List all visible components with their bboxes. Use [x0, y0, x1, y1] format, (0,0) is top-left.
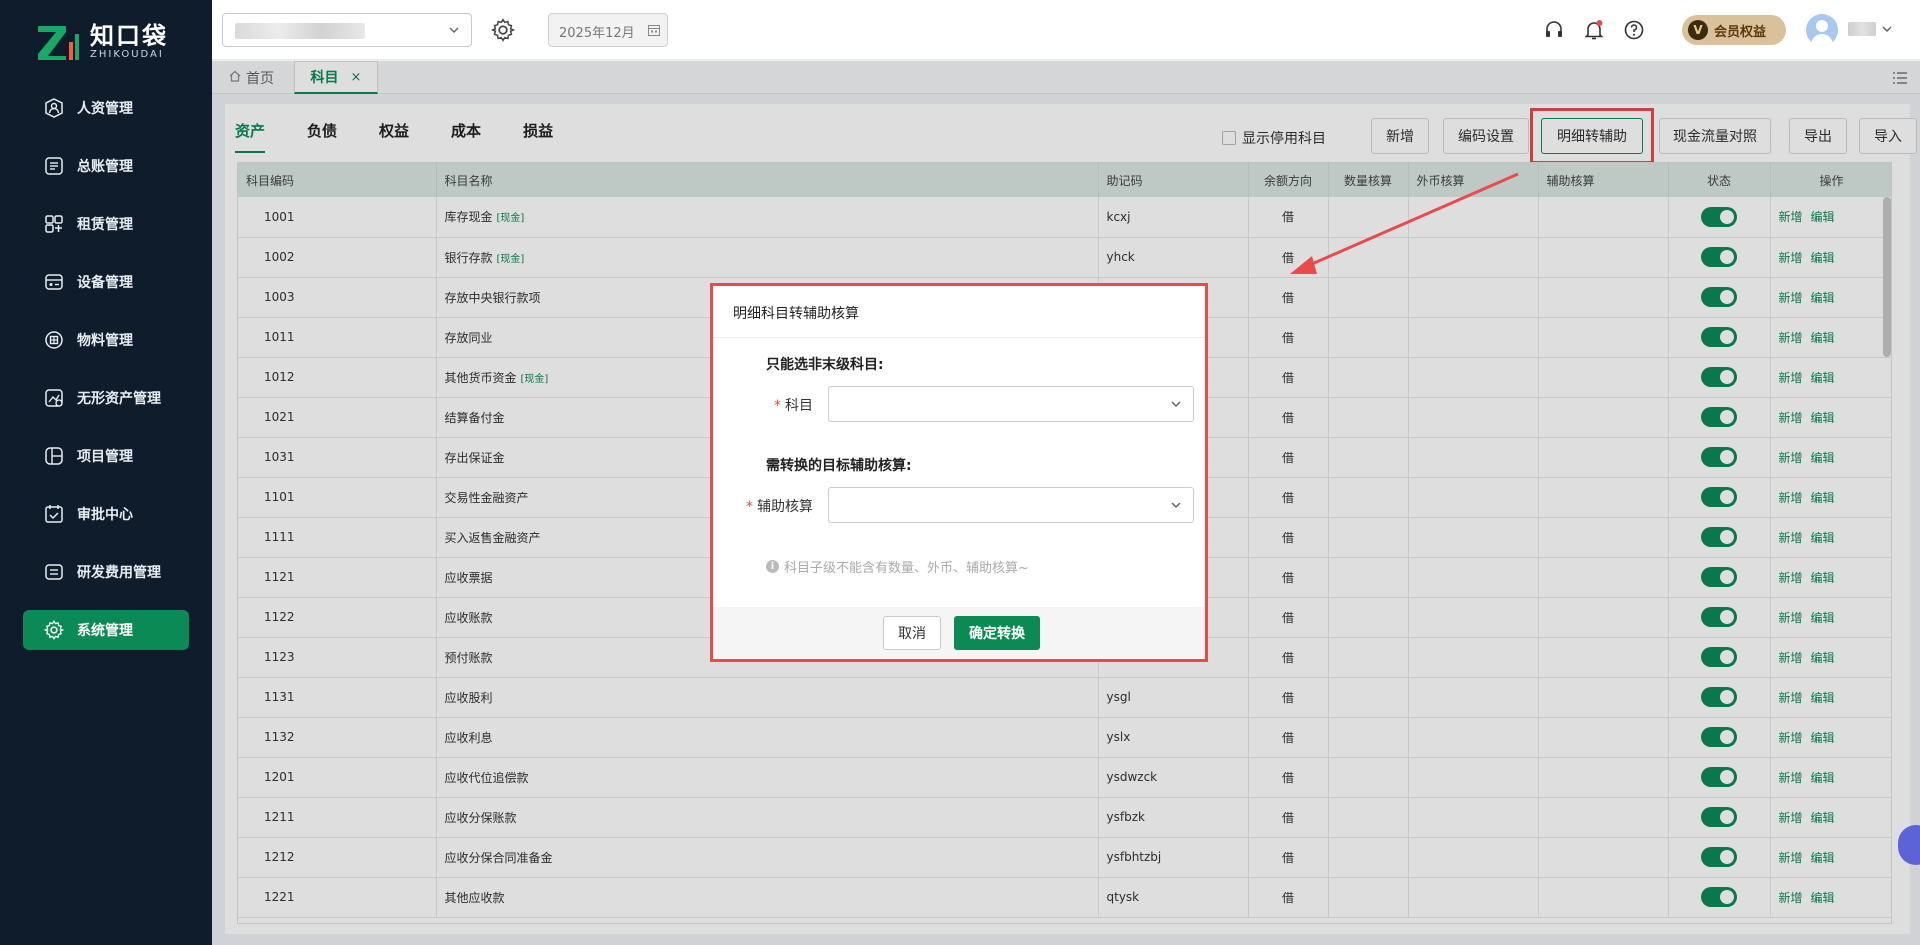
dialog-hint: i 科目子级不能含有数量、外币、辅助核算~: [766, 557, 1029, 576]
sidebar-item-5[interactable]: 无形资产管理: [23, 378, 189, 418]
chevron-down-icon: [1169, 397, 1183, 415]
approval-icon: [43, 503, 65, 525]
ledger-icon: [43, 155, 65, 177]
sidebar-item-4[interactable]: 物料管理: [23, 320, 189, 360]
hint-text: 科目子级不能含有数量、外币、辅助核算~: [784, 561, 1029, 576]
sidebar-item-3[interactable]: 设备管理: [23, 262, 189, 302]
sidebar-item-label: 租赁管理: [77, 217, 133, 233]
logo-icon: [36, 22, 82, 62]
device-icon: [43, 271, 65, 293]
user-avatar[interactable]: [1806, 14, 1838, 46]
settings-gear-icon[interactable]: [490, 17, 516, 43]
subject-select[interactable]: [828, 386, 1194, 422]
sidebar-item-0[interactable]: 人资管理: [23, 88, 189, 128]
vip-label: 会员权益: [1714, 24, 1767, 40]
sidebar-item-label: 系统管理: [77, 623, 133, 639]
sidebar-item-1[interactable]: 总账管理: [23, 146, 189, 186]
sidebar-item-6[interactable]: 项目管理: [23, 436, 189, 476]
sidebar-item-label: 无形资产管理: [77, 391, 161, 407]
calendar-icon: [647, 23, 661, 41]
cancel-button[interactable]: 取消: [883, 616, 941, 650]
vip-benefits-button[interactable]: V 会员权益: [1682, 15, 1786, 45]
help-icon[interactable]: [1622, 18, 1646, 42]
sidebar: 知口袋 ZHIKOUDAI 人资管理总账管理租赁管理设备管理物料管理无形资产管理…: [0, 0, 212, 945]
gear-icon: [43, 619, 65, 641]
company-name-redacted: [235, 23, 365, 39]
chevron-down-icon: [1169, 498, 1183, 516]
period-value: 2025年12月: [559, 26, 635, 41]
section-target-aux: 需转换的目标辅助核算:: [766, 458, 912, 474]
chevron-down-icon: [447, 23, 461, 41]
required-mark: *: [746, 499, 753, 515]
headset-icon[interactable]: [1542, 18, 1566, 42]
sidebar-item-label: 物料管理: [77, 333, 133, 349]
subject-field-label: * 科目: [723, 395, 813, 415]
sidebar-item-label: 设备管理: [77, 275, 133, 291]
lease-icon: [43, 213, 65, 235]
notification-bell-icon[interactable]: [1582, 18, 1606, 42]
aux-label-text: 辅助核算: [757, 499, 813, 515]
info-icon: i: [766, 560, 779, 573]
sidebar-item-label: 审批中心: [77, 507, 133, 523]
subject-label-text: 科目: [785, 398, 813, 414]
sidebar-item-8[interactable]: 研发费用管理: [23, 552, 189, 592]
top-bar: 2025年12月 V 会员权益: [212, 0, 1920, 60]
aux-field-label: * 辅助核算: [723, 496, 813, 516]
section-non-leaf-subject: 只能选非末级科目:: [766, 357, 884, 373]
company-select[interactable]: [222, 13, 472, 47]
dialog-title: 明细科目转辅助核算: [713, 286, 1205, 338]
brand-name-en: ZHIKOUDAI: [90, 49, 164, 60]
period-picker[interactable]: 2025年12月: [548, 13, 668, 47]
dialog-footer: 取消 确定转换: [713, 607, 1205, 659]
brand-name-cn: 知口袋: [90, 22, 168, 50]
brand-logo[interactable]: 知口袋 ZHIKOUDAI: [36, 22, 168, 62]
sidebar-nav: 人资管理总账管理租赁管理设备管理物料管理无形资产管理 项目管理审批中心研发费用管理…: [0, 88, 212, 668]
sidebar-item-label: 人资管理: [77, 101, 133, 117]
user-name-redacted[interactable]: [1848, 22, 1876, 36]
project-icon: [43, 445, 65, 467]
aux-select[interactable]: [828, 487, 1194, 523]
detail-to-aux-dialog: 明细科目转辅助核算 只能选非末级科目: * 科目 需转换的目标辅助核算: * 辅助核…: [710, 283, 1208, 662]
vip-icon: V: [1688, 20, 1708, 40]
person-icon: [43, 97, 65, 119]
required-mark: *: [774, 398, 781, 414]
confirm-convert-button[interactable]: 确定转换: [954, 616, 1040, 650]
sidebar-item-label: 项目管理: [77, 449, 133, 465]
sidebar-item-7[interactable]: 审批中心: [23, 494, 189, 534]
user-menu-chevron-icon[interactable]: [1880, 22, 1894, 40]
material-icon: [43, 329, 65, 351]
sidebar-item-label: 研发费用管理: [77, 565, 161, 581]
intangible-asset-icon: [43, 387, 65, 409]
sidebar-item-label: 总账管理: [77, 159, 133, 175]
sidebar-item-2[interactable]: 租赁管理: [23, 204, 189, 244]
rd-expense-icon: [43, 561, 65, 583]
sidebar-item-9[interactable]: 系统管理: [23, 610, 189, 650]
